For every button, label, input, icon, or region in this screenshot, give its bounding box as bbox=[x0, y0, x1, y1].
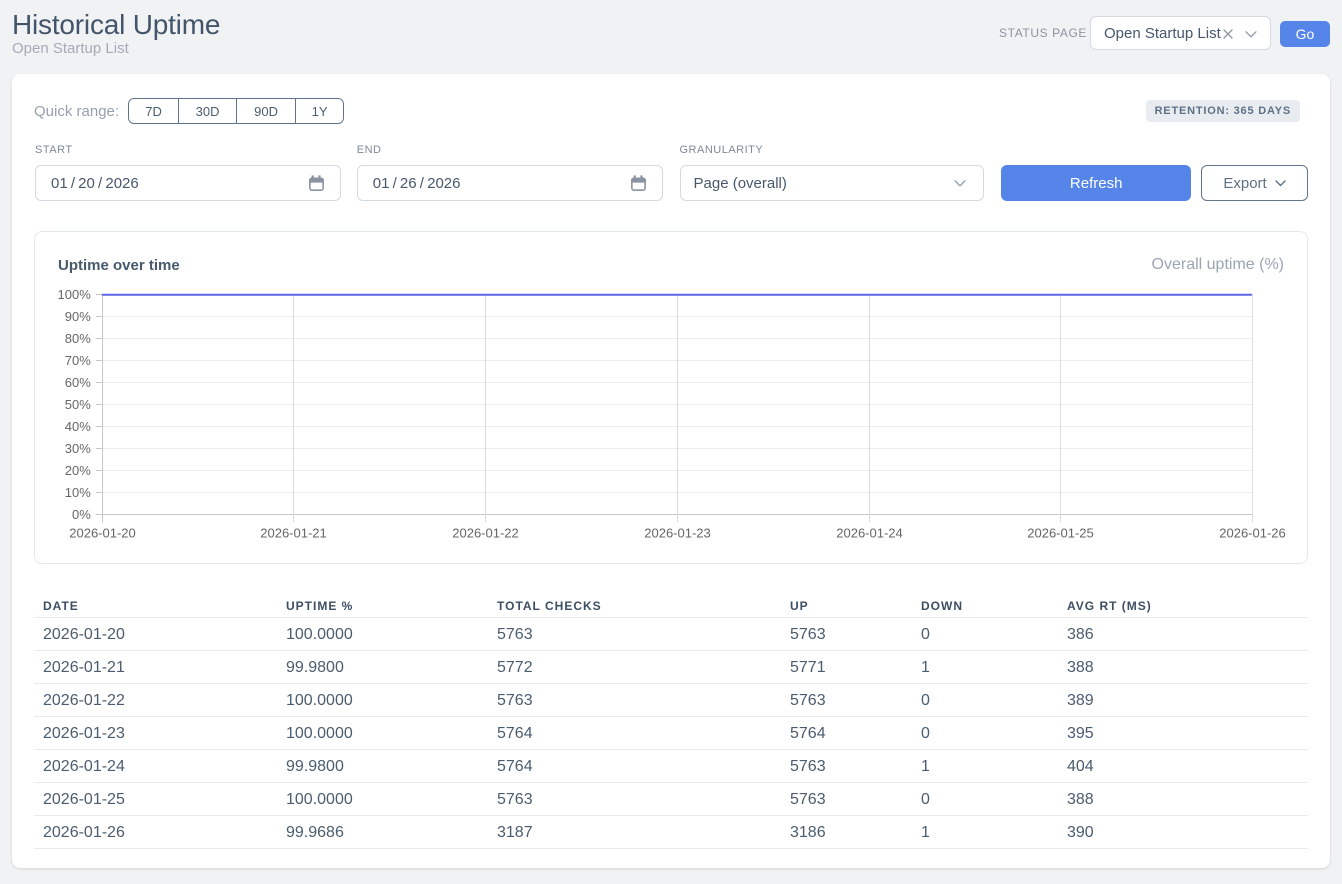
svg-text:50%: 50% bbox=[65, 397, 91, 412]
svg-text:2026-01-25: 2026-01-25 bbox=[1027, 526, 1094, 541]
svg-text:2026-01-26: 2026-01-26 bbox=[1219, 526, 1286, 541]
svg-text:70%: 70% bbox=[65, 353, 91, 368]
svg-text:80%: 80% bbox=[65, 331, 91, 346]
svg-text:40%: 40% bbox=[65, 419, 91, 434]
svg-text:10%: 10% bbox=[65, 485, 91, 500]
svg-text:2026-01-24: 2026-01-24 bbox=[836, 526, 903, 541]
svg-text:100%: 100% bbox=[58, 287, 92, 302]
svg-text:2026-01-21: 2026-01-21 bbox=[260, 526, 327, 541]
svg-text:90%: 90% bbox=[65, 309, 91, 324]
svg-text:2026-01-20: 2026-01-20 bbox=[69, 526, 136, 541]
svg-text:20%: 20% bbox=[65, 463, 91, 478]
svg-text:60%: 60% bbox=[65, 375, 91, 390]
svg-text:30%: 30% bbox=[65, 441, 91, 456]
svg-text:2026-01-22: 2026-01-22 bbox=[452, 526, 519, 541]
svg-text:0%: 0% bbox=[72, 507, 91, 522]
svg-text:2026-01-23: 2026-01-23 bbox=[644, 526, 711, 541]
